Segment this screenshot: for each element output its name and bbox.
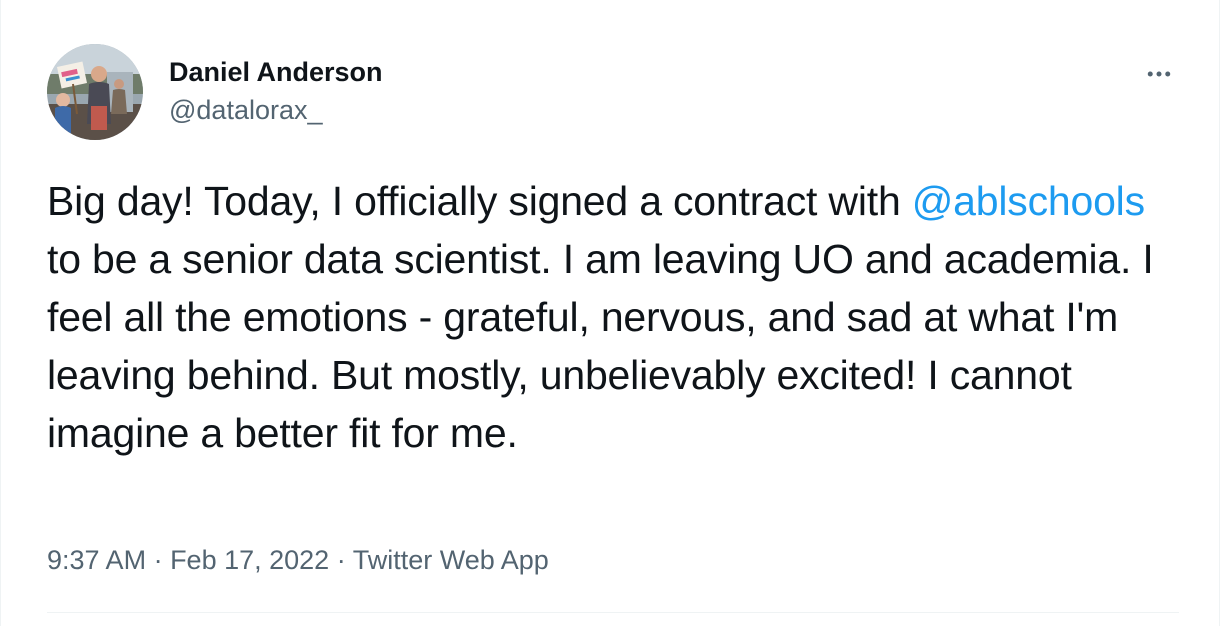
avatar-photo [47,44,143,140]
meta-separator: · [329,545,353,575]
mention-link[interactable]: @ablschools [912,178,1145,224]
tweet-card: Daniel Anderson @datalorax_ Big day! Tod… [0,0,1220,626]
author-names: Daniel Anderson @datalorax_ [169,56,383,126]
tweet-date[interactable]: Feb 17, 2022 [170,545,329,575]
tweet-time[interactable]: 9:37 AM [47,545,146,575]
tweet-text: Big day! Today, I officially signed a co… [47,172,1187,462]
tweet-text-part-1: Big day! Today, I officially signed a co… [47,178,912,224]
more-options-button[interactable] [1139,54,1179,94]
author-display-name[interactable]: Daniel Anderson [169,56,383,88]
avatar[interactable] [47,44,143,140]
author-handle[interactable]: @datalorax_ [169,94,383,126]
meta-separator: · [146,545,171,575]
tweet-source[interactable]: Twitter Web App [353,545,549,575]
tweet-text-part-2: to be a senior data scientist. I am leav… [47,236,1154,456]
more-horizontal-icon [1147,71,1171,77]
divider [47,612,1179,613]
tweet-meta: 9:37 AM · Feb 17, 2022 · Twitter Web App [47,540,549,580]
tweet-header: Daniel Anderson @datalorax_ [47,44,1179,142]
